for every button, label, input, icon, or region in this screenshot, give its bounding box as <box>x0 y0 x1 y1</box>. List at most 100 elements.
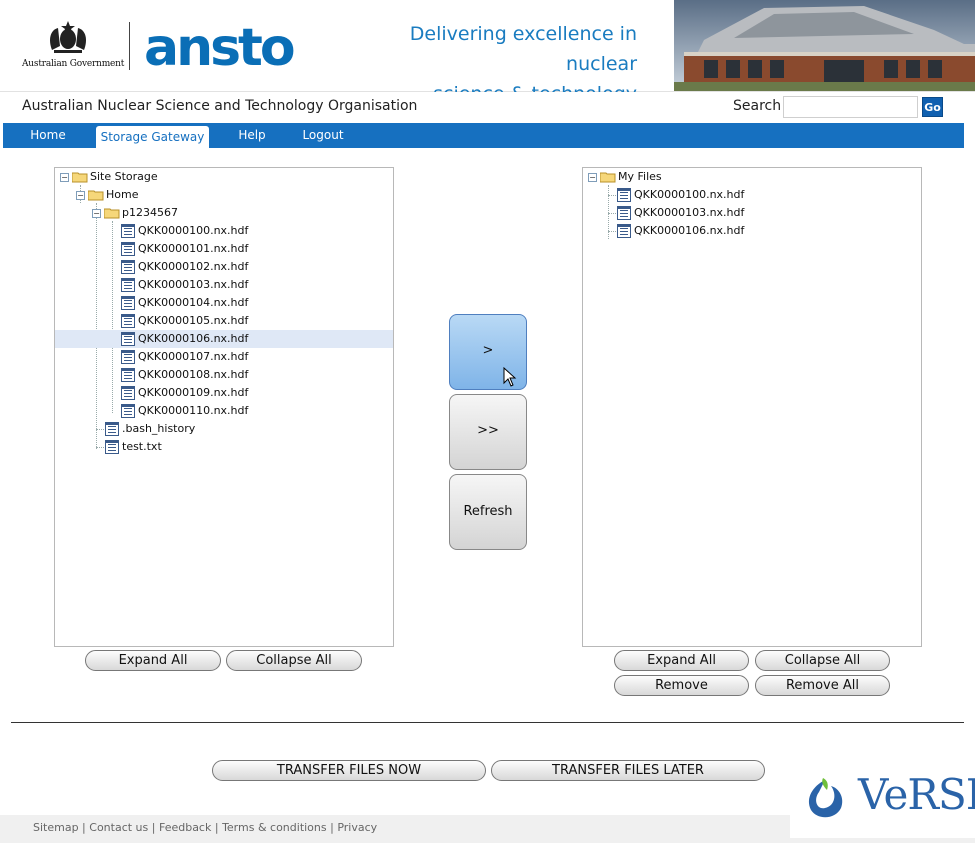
file-icon <box>121 314 135 328</box>
file-name: QKK0000100.nx.hdf <box>634 188 745 201</box>
tree-node-label: Site Storage <box>90 170 158 183</box>
search-input[interactable] <box>783 96 918 118</box>
tree-file-row[interactable]: QKK0000109.nx.hdf <box>55 384 393 402</box>
footer-link-contact[interactable]: Contact us <box>89 821 148 834</box>
organisation-name: Australian Nuclear Science and Technolog… <box>22 98 418 114</box>
tagline-line-1: Delivering excellence in nuclear <box>409 23 637 75</box>
search-go-button[interactable]: Go <box>922 97 943 117</box>
collapse-toggle-icon[interactable]: − <box>76 191 85 200</box>
folder-open-icon <box>600 172 616 183</box>
refresh-label: Refresh <box>463 504 513 519</box>
move-all-label: >> <box>477 423 499 438</box>
right-expand-all-button[interactable]: Expand All <box>614 650 749 671</box>
file-name: QKK0000106.nx.hdf <box>138 332 249 345</box>
tree-file-row[interactable]: QKK0000102.nx.hdf <box>55 258 393 276</box>
nav-storage-gateway[interactable]: Storage Gateway <box>96 126 209 148</box>
footer-link-feedback[interactable]: Feedback <box>159 821 211 834</box>
coat-of-arms-icon <box>50 21 86 53</box>
move-all-button[interactable]: >> <box>449 394 527 470</box>
nav-help[interactable]: Help <box>227 123 277 148</box>
file-name: QKK0000102.nx.hdf <box>138 260 249 273</box>
tree-file-row[interactable]: QKK0000105.nx.hdf <box>55 312 393 330</box>
versi-logo[interactable]: VeRSI <box>858 770 975 819</box>
tree-node-label: Home <box>106 188 139 201</box>
tree-file-row[interactable]: QKK0000107.nx.hdf <box>55 348 393 366</box>
site-storage-tree[interactable]: − Site Storage − Home − p1234567 QKK0000… <box>54 167 394 647</box>
my-files-tree[interactable]: − My Files QKK0000100.nx.hdf QKK0000103.… <box>582 167 922 647</box>
file-name: QKK0000110.nx.hdf <box>138 404 249 417</box>
site-header: Australian Government ansto Delivering e… <box>0 0 975 105</box>
file-icon <box>121 368 135 382</box>
tree-file-row-selected[interactable]: QKK0000106.nx.hdf <box>55 330 393 348</box>
section-divider <box>11 722 964 723</box>
file-icon <box>121 386 135 400</box>
sub-header: Australian Nuclear Science and Technolog… <box>0 92 975 123</box>
move-selected-label: > <box>482 343 494 358</box>
footer-link-privacy[interactable]: Privacy <box>337 821 377 834</box>
tree-file-row[interactable]: QKK0000100.nx.hdf <box>583 186 921 204</box>
tree-node-home[interactable]: − Home <box>55 186 393 204</box>
file-icon <box>617 188 631 202</box>
nav-logout[interactable]: Logout <box>298 123 348 148</box>
header-divider <box>129 22 130 70</box>
file-name: test.txt <box>122 440 162 453</box>
collapse-toggle-icon[interactable]: − <box>92 209 101 218</box>
tree-node-project-folder[interactable]: − p1234567 <box>55 204 393 222</box>
file-icon <box>121 350 135 364</box>
collapse-toggle-icon[interactable]: − <box>60 173 69 182</box>
main-nav: Home Storage Gateway Help Logout <box>3 123 964 148</box>
australian-government-logo[interactable]: Australian Government <box>22 20 124 72</box>
left-expand-all-button[interactable]: Expand All <box>85 650 221 671</box>
file-icon <box>617 206 631 220</box>
file-name: QKK0000103.nx.hdf <box>138 278 249 291</box>
refresh-button[interactable]: Refresh <box>449 474 527 550</box>
tree-file-row[interactable]: QKK0000100.nx.hdf <box>55 222 393 240</box>
footer-link-terms[interactable]: Terms & conditions <box>222 821 327 834</box>
file-name: QKK0000109.nx.hdf <box>138 386 249 399</box>
tree-node-my-files[interactable]: − My Files <box>583 168 921 186</box>
file-icon <box>121 278 135 292</box>
file-name: QKK0000101.nx.hdf <box>138 242 249 255</box>
tree-node-label: My Files <box>618 170 662 183</box>
file-icon <box>105 422 119 436</box>
transfer-later-button[interactable]: TRANSFER FILES LATER <box>491 760 765 781</box>
tree-node-label: p1234567 <box>122 206 178 219</box>
file-name: QKK0000103.nx.hdf <box>634 206 745 219</box>
search-label: Search <box>733 98 782 114</box>
tree-file-row[interactable]: QKK0000101.nx.hdf <box>55 240 393 258</box>
file-name: .bash_history <box>122 422 196 435</box>
folder-open-icon <box>72 172 88 183</box>
remove-button[interactable]: Remove <box>614 675 749 696</box>
file-name: QKK0000100.nx.hdf <box>138 224 249 237</box>
remove-all-button[interactable]: Remove All <box>755 675 890 696</box>
right-collapse-all-button[interactable]: Collapse All <box>755 650 890 671</box>
tree-file-row[interactable]: QKK0000104.nx.hdf <box>55 294 393 312</box>
tree-file-row[interactable]: .bash_history <box>55 420 393 438</box>
left-collapse-all-button[interactable]: Collapse All <box>226 650 362 671</box>
tree-node-site-storage[interactable]: − Site Storage <box>55 168 393 186</box>
tree-file-row[interactable]: test.txt <box>55 438 393 456</box>
file-name: QKK0000105.nx.hdf <box>138 314 249 327</box>
footer-link-sitemap[interactable]: Sitemap <box>33 821 79 834</box>
building-photo <box>674 0 975 91</box>
mouse-pointer-icon <box>503 367 517 387</box>
file-name: QKK0000108.nx.hdf <box>138 368 249 381</box>
tree-file-row[interactable]: QKK0000103.nx.hdf <box>583 204 921 222</box>
tree-file-row[interactable]: QKK0000108.nx.hdf <box>55 366 393 384</box>
collapse-toggle-icon[interactable]: − <box>588 173 597 182</box>
tree-file-row[interactable]: QKK0000106.nx.hdf <box>583 222 921 240</box>
government-label: Australian Government <box>22 59 125 69</box>
file-icon <box>121 404 135 418</box>
transfer-now-button[interactable]: TRANSFER FILES NOW <box>212 760 486 781</box>
file-icon <box>617 224 631 238</box>
versi-swirl-icon <box>808 778 843 818</box>
file-icon <box>121 332 135 346</box>
folder-open-icon <box>88 190 104 201</box>
tree-file-row[interactable]: QKK0000103.nx.hdf <box>55 276 393 294</box>
file-name: QKK0000107.nx.hdf <box>138 350 249 363</box>
ansto-logo[interactable]: ansto <box>144 22 296 74</box>
tree-file-row[interactable]: QKK0000110.nx.hdf <box>55 402 393 420</box>
folder-open-icon <box>104 208 120 219</box>
file-icon <box>121 260 135 274</box>
nav-home[interactable]: Home <box>17 123 79 148</box>
